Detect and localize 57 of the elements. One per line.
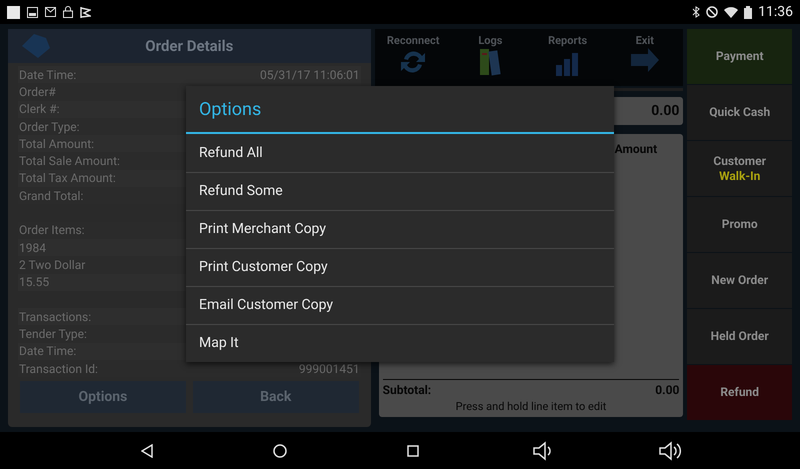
detail-label: Grand Total: [19, 190, 84, 202]
detail-label: Order Items: [19, 224, 85, 236]
subtotal-label: Subtotal: [382, 382, 432, 398]
detail-label: Order# [19, 86, 56, 98]
menu-item[interactable]: Email Customer Copy [186, 286, 614, 324]
toolbar-button[interactable]: Reports [529, 29, 606, 86]
edit-hint: Press and hold line item to edit [456, 398, 606, 414]
blocked-icon [706, 6, 718, 18]
detail-label: Order Type: [19, 120, 80, 133]
detail-value: 999001451 [298, 362, 360, 375]
panel-title: Order Details [145, 36, 234, 57]
side-button[interactable]: Customer Walk-In [687, 141, 792, 196]
side-button[interactable]: Payment [687, 29, 792, 84]
detail-label: Transactions: [19, 310, 92, 323]
notification-icon [7, 6, 20, 18]
image-icon [27, 6, 38, 18]
detail-label: 1984 [19, 242, 46, 254]
subtotal-value: 0.00 [655, 382, 680, 398]
binders-icon [477, 47, 504, 77]
detail-label: Date Time: [19, 68, 76, 81]
battery-icon [744, 6, 752, 18]
back-icon[interactable] [141, 444, 153, 458]
toolbar-button[interactable]: Reconnect [374, 29, 452, 86]
side-button[interactable]: New Order [687, 253, 792, 308]
side-button[interactable]: Quick Cash [687, 85, 792, 140]
detail-label: Clerk #: [19, 103, 60, 116]
exit-arrow-icon [630, 47, 660, 73]
detail-label: Date Time: [19, 345, 76, 358]
menu-item[interactable]: Print Merchant Copy [186, 210, 614, 248]
home-icon[interactable] [273, 444, 287, 458]
flag-icon [80, 6, 91, 18]
detail-label: Total Sale Amount: [19, 155, 120, 168]
menu-item[interactable]: Map It [186, 324, 614, 362]
column-header: Amount [614, 141, 658, 158]
detail-label: Total Amount: [19, 138, 94, 150]
wifi-icon [724, 6, 738, 18]
side-button[interactable]: Promo [687, 197, 792, 252]
mail-icon [45, 7, 56, 17]
clock-time: 11:36 [758, 2, 793, 22]
side-button[interactable]: Held Order [687, 309, 792, 364]
menu-item[interactable]: Refund All [186, 134, 614, 172]
detail-label: Transaction Id: [19, 362, 98, 375]
detail-label: Total Tax Amount: [19, 172, 116, 184]
menu-item[interactable]: Print Customer Copy [186, 248, 614, 286]
toolbar-button[interactable]: Exit [606, 29, 684, 86]
menu-item[interactable]: Refund Some [186, 172, 614, 210]
detail-label: 15.55 [19, 276, 50, 288]
detail-label: 2 Two Dollar [19, 258, 86, 271]
volume-up-icon[interactable] [658, 440, 684, 460]
lock-icon [63, 6, 73, 18]
side-button[interactable]: Refund [687, 365, 792, 420]
dialog-title: Options [199, 98, 262, 122]
bluetooth-icon [692, 6, 700, 18]
detail-label: Tender Type: [19, 328, 87, 340]
detail-value: 05/31/17 11:06:01 [260, 68, 360, 81]
toolbar-button[interactable]: Logs [452, 29, 529, 86]
recents-icon[interactable] [407, 444, 419, 456]
